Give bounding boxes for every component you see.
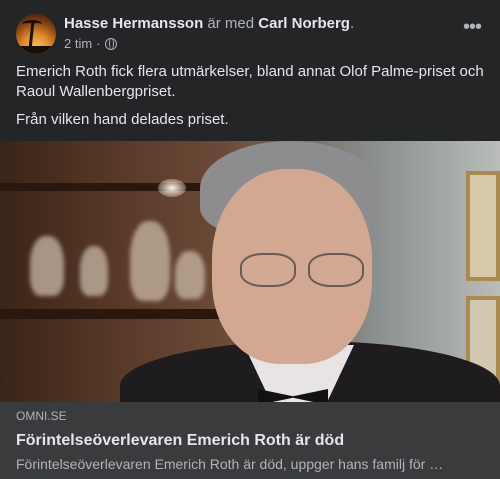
author-name[interactable]: Hasse Hermansson <box>64 15 203 32</box>
post-paragraph: Emerich Roth fick flera utmärkelser, bla… <box>16 63 484 100</box>
link-domain: OMNI.SE <box>16 409 67 423</box>
author-avatar[interactable] <box>16 14 56 54</box>
link-description: Förintelseöverlevaren Emerich Roth är dö… <box>16 456 444 472</box>
post-header: Hasse Hermansson är med Carl Norberg. 2 … <box>16 14 484 54</box>
post-card: Hasse Hermansson är med Carl Norberg. 2 … <box>0 0 500 479</box>
author-line-period: . <box>349 15 355 32</box>
post-text: Emerich Roth fick flera utmärkelser, bla… <box>16 62 486 138</box>
link-preview[interactable]: OMNI.SE Förintelseöverlevaren Emerich Ro… <box>0 402 500 479</box>
meta-separator: · <box>96 36 101 51</box>
link-title[interactable]: Förintelseöverlevaren Emerich Roth är dö… <box>16 430 484 452</box>
globe-icon[interactable] <box>104 38 117 50</box>
post-author-line: Hasse Hermansson är med Carl Norberg. <box>64 15 354 33</box>
with-text: är med <box>207 15 255 32</box>
post-meta: 2 tim · <box>64 36 117 52</box>
tagged-person[interactable]: Carl Norberg <box>258 15 350 32</box>
link-preview-image[interactable] <box>0 141 500 402</box>
post-paragraph: Från vilken hand delades priset. <box>16 111 229 128</box>
more-options-icon[interactable]: ••• <box>460 17 484 44</box>
post-time[interactable]: 2 tim <box>64 36 92 52</box>
